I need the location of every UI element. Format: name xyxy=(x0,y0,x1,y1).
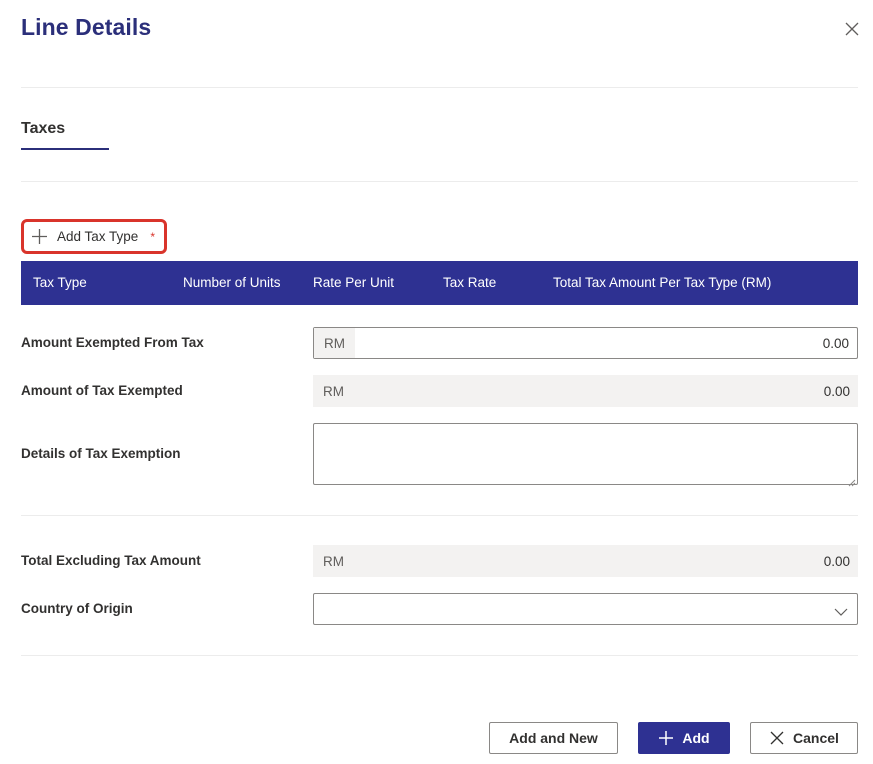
tab-taxes[interactable]: Taxes xyxy=(21,120,65,138)
plus-icon xyxy=(31,228,48,245)
section-divider xyxy=(21,181,858,182)
cancel-button[interactable]: Cancel xyxy=(750,722,858,754)
add-button[interactable]: Add xyxy=(638,722,730,754)
add-label: Add xyxy=(682,730,710,746)
country-of-origin-label: Country of Origin xyxy=(21,601,133,616)
resize-grip-icon[interactable] xyxy=(847,474,856,487)
add-and-new-button[interactable]: Add and New xyxy=(489,722,618,754)
fields-divider xyxy=(21,515,858,516)
cancel-label: Cancel xyxy=(793,730,839,746)
currency-prefix: RM xyxy=(313,375,354,407)
chevron-down-icon xyxy=(834,604,848,616)
amount-exempted-label: Amount Exempted From Tax xyxy=(21,335,204,350)
footer-divider xyxy=(21,655,858,656)
column-header-total-tax-amount: Total Tax Amount Per Tax Type (RM) xyxy=(553,275,772,290)
tab-taxes-underline xyxy=(21,148,109,150)
required-marker: * xyxy=(150,229,155,244)
add-and-new-label: Add and New xyxy=(509,730,598,746)
column-header-tax-rate: Tax Rate xyxy=(443,275,497,290)
add-tax-type-button[interactable]: Add Tax Type * xyxy=(21,219,167,254)
amount-exempted-field[interactable]: RM 0.00 xyxy=(313,327,858,359)
tax-exempted-label: Amount of Tax Exempted xyxy=(21,383,183,398)
currency-prefix: RM xyxy=(314,328,355,358)
plus-icon xyxy=(659,731,674,745)
tax-table-header: Tax Type Number of Units Rate Per Unit T… xyxy=(21,261,858,305)
column-header-number-of-units: Number of Units xyxy=(183,275,281,290)
close-icon xyxy=(770,731,784,745)
total-excl-tax-label: Total Excluding Tax Amount xyxy=(21,553,201,568)
tax-exempted-field: RM 0.00 xyxy=(313,375,858,407)
exemption-details-label: Details of Tax Exemption xyxy=(21,446,181,461)
amount-exempted-value[interactable]: 0.00 xyxy=(355,336,857,351)
close-icon[interactable] xyxy=(842,19,862,39)
column-header-tax-type: Tax Type xyxy=(33,275,87,290)
total-excl-tax-field: RM 0.00 xyxy=(313,545,858,577)
dialog-title: Line Details xyxy=(21,14,152,40)
header-divider xyxy=(21,87,858,88)
tax-exempted-value: 0.00 xyxy=(823,383,850,399)
currency-prefix: RM xyxy=(313,545,354,577)
column-header-rate-per-unit: Rate Per Unit xyxy=(313,275,395,290)
exemption-details-textarea[interactable] xyxy=(313,423,858,487)
total-excl-tax-value: 0.00 xyxy=(823,553,850,569)
add-tax-type-label: Add Tax Type xyxy=(57,229,139,244)
country-of-origin-select[interactable] xyxy=(313,593,858,625)
